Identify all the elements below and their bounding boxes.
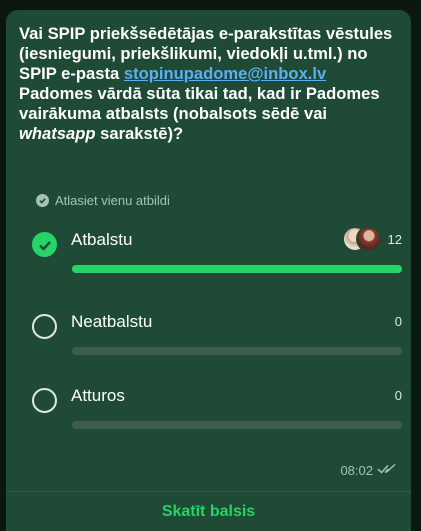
- poll-option-neatbalstu[interactable]: Neatbalstu 0: [32, 312, 402, 355]
- question-text-2: Padomes vārdā sūta tikai tad, kad ir Pad…: [19, 84, 380, 123]
- email-link[interactable]: stopinupadome@inbox.lv: [124, 64, 326, 83]
- avatar: [356, 226, 382, 252]
- vote-count: 0: [394, 314, 402, 329]
- hint-text: Atlasiet vienu atbildi: [55, 193, 170, 208]
- vote-bar: [72, 421, 402, 429]
- message-time: 08:02: [340, 463, 373, 478]
- voter-avatars[interactable]: [342, 226, 382, 254]
- view-votes-button[interactable]: Skatīt balsis: [6, 492, 411, 531]
- vote-count: 0: [394, 388, 402, 403]
- poll-option-atturos[interactable]: Atturos 0: [32, 386, 402, 429]
- check-circle-icon: [36, 194, 49, 207]
- poll-question: Vai SPIP priekšsēdētājas e-parakstītas v…: [19, 24, 399, 144]
- radio-button[interactable]: [32, 388, 57, 413]
- option-label: Atbalstu: [71, 230, 133, 249]
- option-label: Atturos: [71, 386, 125, 405]
- double-check-icon: [377, 463, 397, 478]
- vote-bar: [72, 347, 402, 355]
- radio-button[interactable]: [32, 314, 57, 339]
- question-text-3: sarakstē)?: [95, 124, 184, 143]
- vote-bar: [72, 265, 402, 273]
- message-meta: 08:02: [340, 463, 397, 478]
- poll-hint: Atlasiet vienu atbildi: [36, 193, 170, 208]
- poll-option-atbalstu[interactable]: Atbalstu 12: [32, 226, 402, 273]
- selected-check-icon[interactable]: [32, 232, 57, 257]
- vote-bar-fill: [72, 265, 402, 273]
- option-label: Neatbalstu: [71, 312, 153, 331]
- question-text-italic: whatsapp: [19, 124, 96, 143]
- poll-message-bubble[interactable]: Vai SPIP priekšsēdētājas e-parakstītas v…: [6, 10, 411, 531]
- vote-count: 12: [387, 232, 402, 247]
